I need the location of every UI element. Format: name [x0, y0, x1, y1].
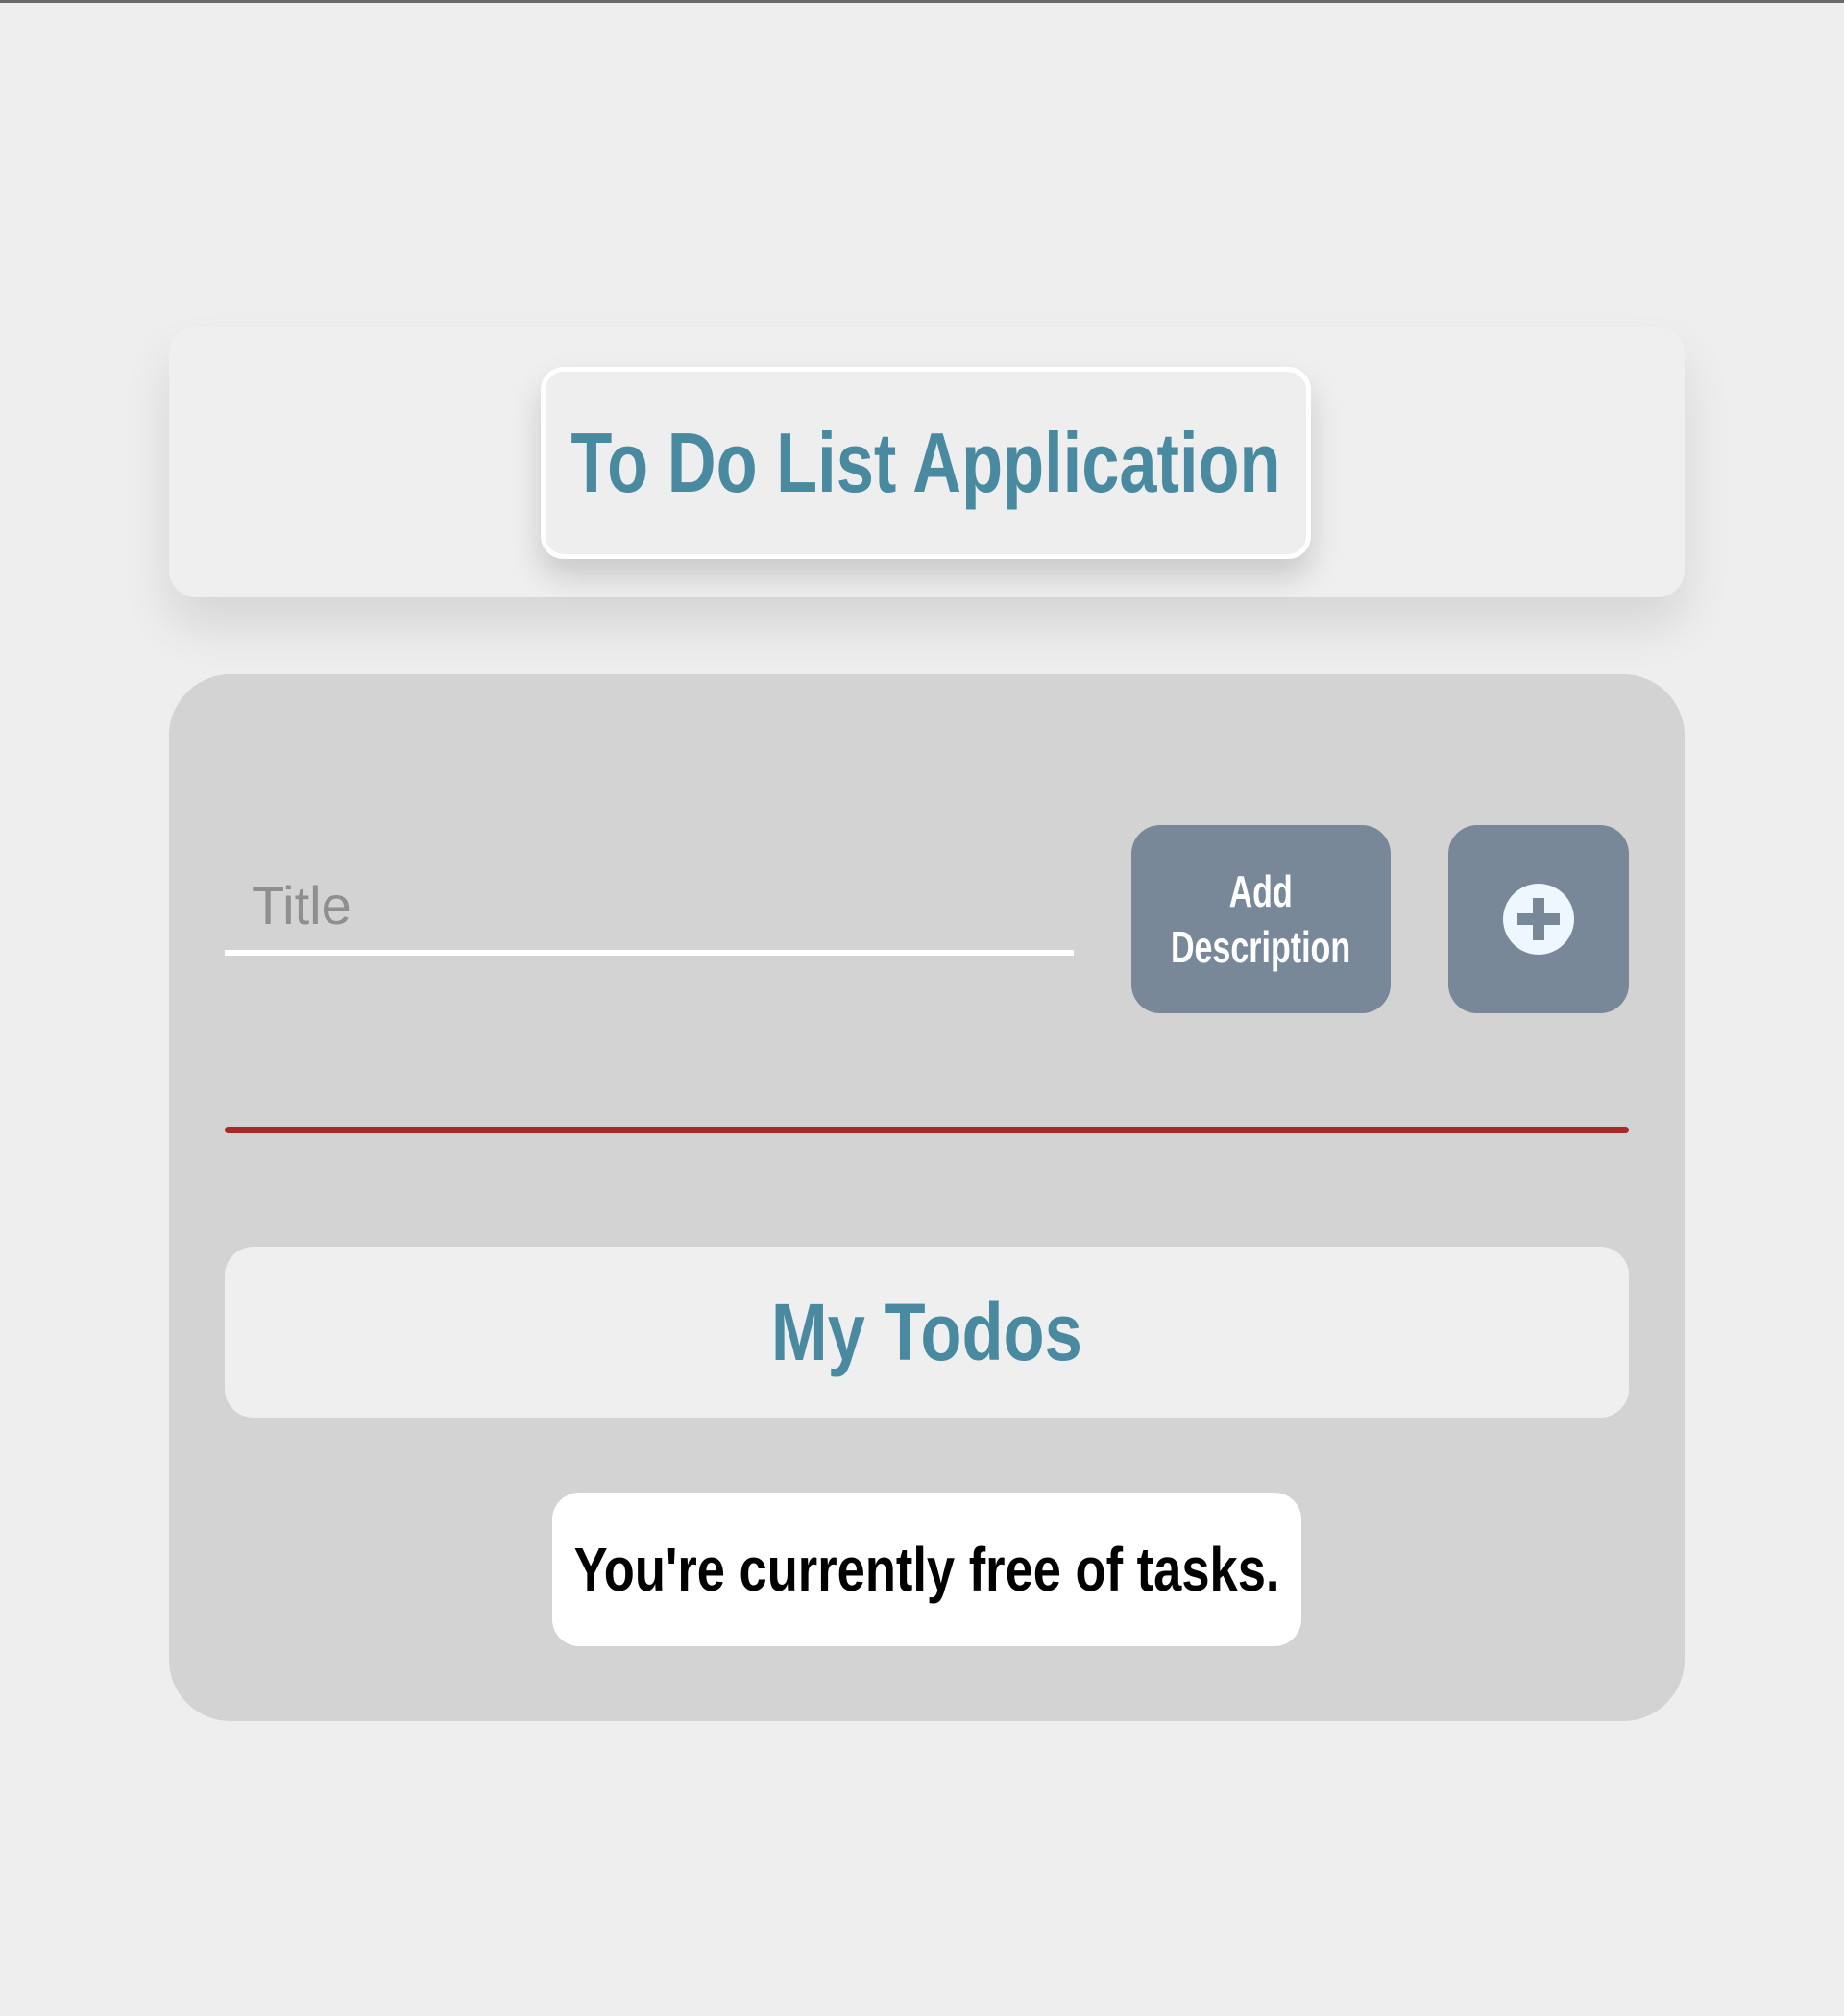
- app-title-box: To Do List Application: [541, 367, 1311, 559]
- top-border: [0, 0, 1844, 3]
- add-description-label-line1: Add: [1228, 866, 1294, 916]
- my-todos-heading: My Todos: [770, 1286, 1083, 1377]
- empty-state: You're currently free of tasks.: [552, 1493, 1301, 1646]
- app-title: To Do List Application: [570, 415, 1281, 510]
- add-todo-button[interactable]: [1448, 825, 1629, 1013]
- add-description-button[interactable]: Add Description: [1131, 825, 1391, 1013]
- plus-circle-icon: [1503, 884, 1574, 955]
- my-todos-header: My Todos: [225, 1247, 1629, 1418]
- title-input[interactable]: [225, 860, 1074, 956]
- empty-state-message: You're currently free of tasks.: [573, 1535, 1280, 1604]
- section-divider: [225, 1127, 1629, 1133]
- add-description-label-line2: Description: [1171, 922, 1351, 972]
